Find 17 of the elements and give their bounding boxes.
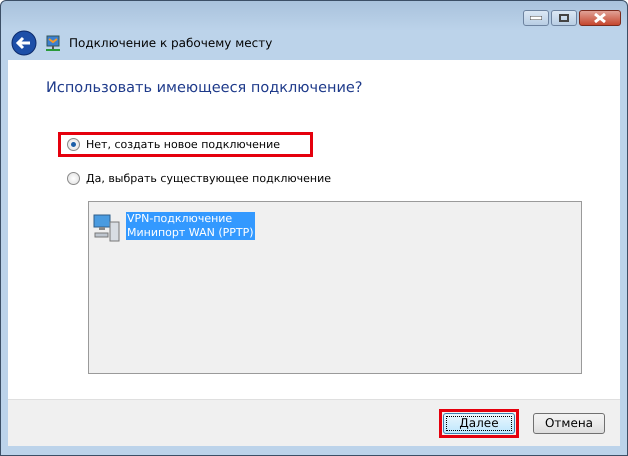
close-icon — [593, 13, 607, 23]
option-label[interactable]: Нет, создать новое подключение — [86, 138, 280, 151]
page-heading: Использовать имеющееся подключение? — [46, 80, 364, 96]
option-label[interactable]: Да, выбрать существующее подключение — [86, 172, 332, 185]
next-button[interactable]: Далее — [443, 412, 515, 434]
back-button[interactable] — [11, 30, 37, 56]
window-title: Подключение к рабочему месту — [69, 36, 272, 50]
computer-icon — [93, 212, 121, 242]
radio-button[interactable] — [67, 138, 80, 151]
maximize-button[interactable] — [551, 10, 577, 26]
maximize-icon — [559, 14, 569, 22]
radio-button[interactable] — [67, 172, 80, 185]
network-icon — [45, 34, 61, 52]
minimize-icon — [530, 16, 542, 20]
cancel-button[interactable]: Отмена — [533, 412, 605, 434]
minimize-button[interactable] — [523, 10, 549, 26]
close-button[interactable] — [579, 10, 621, 26]
